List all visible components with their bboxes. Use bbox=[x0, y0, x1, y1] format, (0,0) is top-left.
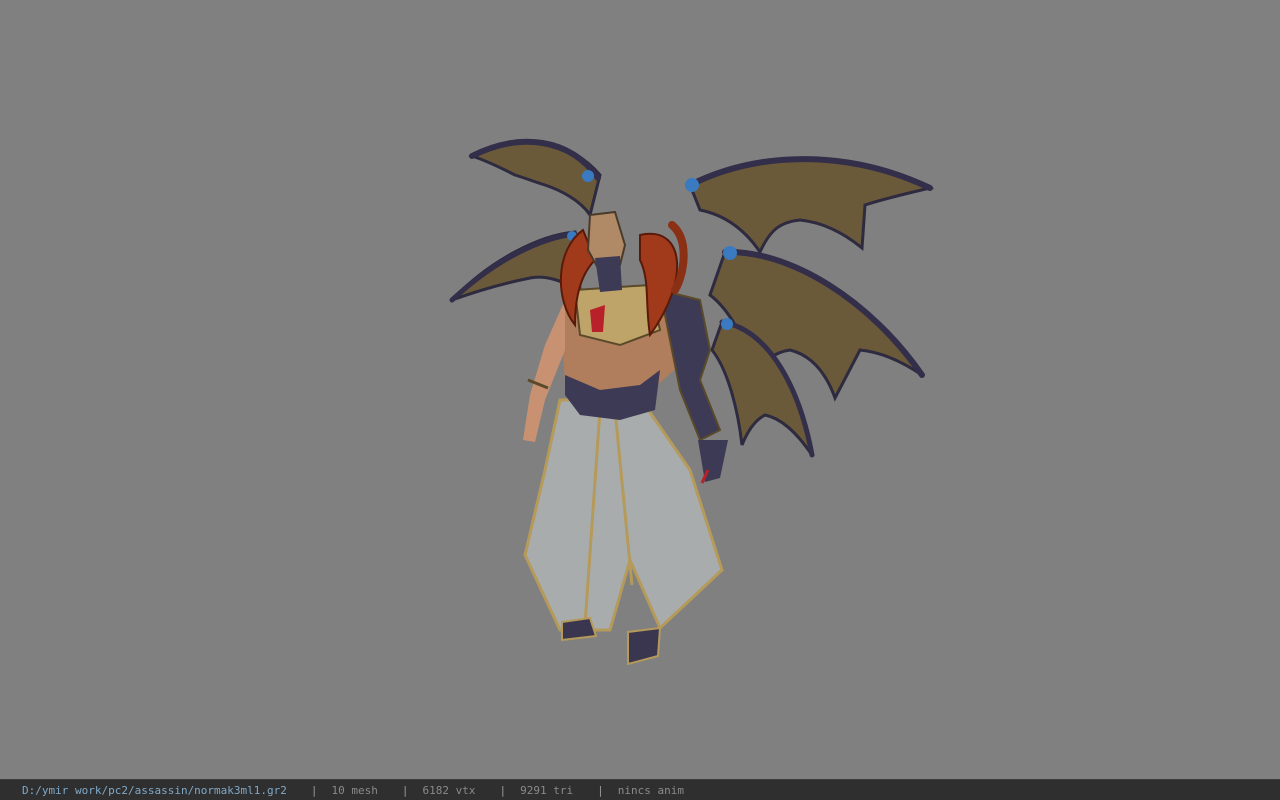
file-path: D:/ymir work/pc2/assassin/normak3ml1.gr2 bbox=[22, 783, 287, 797]
status-separator: | bbox=[401, 783, 409, 797]
character-model bbox=[449, 138, 935, 666]
vertex-count: 6182 vtx bbox=[422, 783, 476, 797]
status-separator: | bbox=[499, 783, 507, 797]
mesh-count: 10 mesh bbox=[331, 783, 378, 797]
head bbox=[586, 210, 627, 292]
left-upper-wing bbox=[468, 138, 602, 219]
status-separator: | bbox=[597, 783, 604, 797]
triangle-count: 9291 tri bbox=[520, 783, 574, 797]
status-separator: | bbox=[310, 783, 318, 797]
right-upper-wing bbox=[685, 156, 935, 256]
robe bbox=[523, 396, 724, 632]
animation-status: nincs anim bbox=[617, 783, 684, 797]
3d-viewport[interactable] bbox=[0, 0, 1280, 779]
status-bar: D:/ymir work/pc2/assassin/normak3ml1.gr2… bbox=[0, 779, 1280, 800]
